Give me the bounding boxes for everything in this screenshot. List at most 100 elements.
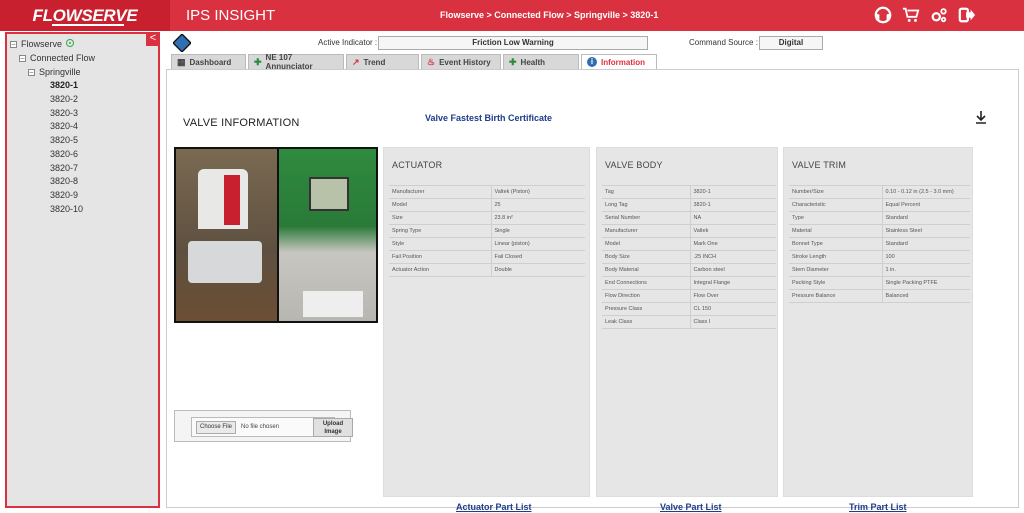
birth-certificate-link[interactable]: Valve Fastest Birth Certificate bbox=[425, 113, 552, 123]
active-indicator-label: Active Indicator : bbox=[318, 38, 378, 47]
status-ok-icon bbox=[66, 39, 75, 47]
spec-key: Spring Type bbox=[389, 224, 492, 238]
spec-row: Serial Number NA bbox=[602, 211, 776, 225]
tree-item-valve[interactable]: 3820-8 bbox=[50, 176, 78, 186]
tree-collapse-icon[interactable]: – bbox=[10, 41, 17, 48]
tree-item-valve[interactable]: 3820-10 bbox=[50, 204, 83, 214]
actuator-photo bbox=[176, 149, 278, 321]
valve-part-list-link[interactable]: Valve Part List bbox=[660, 502, 722, 512]
spec-row: Leak Class Class I bbox=[602, 315, 776, 329]
spec-row: Stem Diameter 1 in. bbox=[789, 263, 970, 277]
trend-icon: ↗ bbox=[352, 56, 360, 67]
spec-key: Serial Number bbox=[602, 211, 691, 225]
event-history-icon: ♨ bbox=[427, 56, 436, 67]
upload-label-line2: Image bbox=[324, 429, 342, 435]
tab-health[interactable]: ✚ Health bbox=[503, 54, 579, 69]
valve-trim-table: Number/Size 0.10 - 0.12 in (2.5 - 3.0 mm)… bbox=[789, 185, 970, 303]
actuator-table: Manufacturer Valtek (Piston) Model 25 Size 23… bbox=[389, 185, 585, 277]
diagnostic-diamond-icon bbox=[173, 34, 191, 52]
spec-value: 23.8 in² bbox=[491, 211, 585, 225]
tree-item-valve[interactable]: 3820-2 bbox=[50, 94, 78, 104]
tree-item-group[interactable]: – Connected Flow bbox=[19, 53, 95, 63]
flowserve-logo[interactable]: FLOWSERVE bbox=[0, 0, 170, 31]
upload-image-button[interactable]: Upload Image bbox=[313, 418, 353, 437]
app-title: IPS INSIGHT bbox=[186, 7, 276, 24]
spec-value: Class I bbox=[690, 315, 776, 329]
spec-key: Style bbox=[389, 237, 492, 251]
tree-item-valve[interactable]: 3820-4 bbox=[50, 121, 78, 131]
tree-item-site[interactable]: – Springville bbox=[28, 67, 81, 77]
top-icon-bar bbox=[874, 6, 976, 24]
tree-item-valve-selected[interactable]: 3820-1 bbox=[50, 80, 78, 90]
download-icon[interactable] bbox=[974, 110, 988, 124]
spec-row: Actuator Action Double bbox=[389, 263, 585, 277]
tab-ne107-annunciator[interactable]: ✚ NE 107 Annunciator bbox=[248, 53, 344, 71]
spec-value: 3820-1 bbox=[690, 185, 776, 199]
logout-icon[interactable] bbox=[958, 6, 976, 24]
actuator-part-list-link[interactable]: Actuator Part List bbox=[456, 502, 532, 512]
actuator-title: ACTUATOR bbox=[392, 160, 443, 170]
spec-value: NA bbox=[690, 211, 776, 225]
tree-item-root[interactable]: – Flowserve bbox=[10, 39, 75, 49]
tree-item-valve[interactable]: 3820-3 bbox=[50, 108, 78, 118]
spec-value: Integral Flange bbox=[690, 276, 776, 290]
settings-gears-icon[interactable] bbox=[930, 6, 948, 24]
spec-value: .25 INCH bbox=[690, 250, 776, 264]
tree-item-label: Connected Flow bbox=[30, 53, 96, 63]
spec-row: Model Mark One bbox=[602, 237, 776, 251]
tree-collapse-icon[interactable]: – bbox=[28, 69, 35, 76]
tab-event-history[interactable]: ♨ Event History bbox=[421, 54, 501, 69]
sidebar-tree: < – Flowserve – Connected Flow – Springvill… bbox=[5, 32, 160, 508]
support-headset-icon[interactable] bbox=[874, 6, 892, 24]
tab-dashboard[interactable]: ▦ Dashboard bbox=[171, 54, 246, 69]
spec-value: Valtek bbox=[690, 224, 776, 238]
photo-nameplate bbox=[303, 291, 363, 317]
spec-row: Body Size .25 INCH bbox=[602, 250, 776, 264]
tab-trend[interactable]: ↗ Trend bbox=[346, 54, 419, 69]
tree-item-valve[interactable]: 3820-6 bbox=[50, 149, 78, 159]
spec-value: Standard bbox=[882, 237, 970, 251]
information-content: VALVE INFORMATION Valve Fastest Birth Ce… bbox=[166, 69, 1019, 512]
spec-value: Balanced bbox=[882, 289, 970, 303]
top-bar: FLOWSERVE IPS INSIGHT Flowserve > Connec… bbox=[0, 0, 1024, 31]
logo-underline bbox=[52, 24, 124, 26]
cart-icon[interactable] bbox=[902, 6, 920, 24]
spec-key: Model bbox=[389, 198, 492, 212]
trim-part-list-link[interactable]: Trim Part List bbox=[849, 502, 907, 512]
tree-item-valve[interactable]: 3820-5 bbox=[50, 135, 78, 145]
tree-item-valve[interactable]: 3820-9 bbox=[50, 190, 78, 200]
breadcrumb: Flowserve > Connected Flow > Springville… bbox=[440, 10, 659, 20]
collapse-sidebar-button[interactable]: < bbox=[146, 32, 160, 46]
spec-row: Manufacturer Valtek (Piston) bbox=[389, 185, 585, 199]
image-upload-panel: Choose File No file chosen Upload Image bbox=[174, 410, 353, 442]
valve-body-panel: VALVE BODY Tag 3820-1 Long Tag 3820-1 Serial… bbox=[596, 147, 778, 497]
spec-key: Pressure Class bbox=[602, 302, 691, 316]
file-input[interactable]: Choose File No file chosen Upload Image bbox=[191, 417, 353, 437]
spec-row: Material Stainless Steel bbox=[789, 224, 970, 238]
spec-row: Stroke Length 100 bbox=[789, 250, 970, 264]
spec-key: Packing Style bbox=[789, 276, 883, 290]
spec-key: Pressure Balance bbox=[789, 289, 883, 303]
spec-key: Actuator Action bbox=[389, 263, 492, 277]
positioner-photo bbox=[279, 149, 376, 321]
tree-collapse-icon[interactable]: – bbox=[19, 55, 26, 62]
spec-row: Manufacturer Valtek bbox=[602, 224, 776, 238]
spec-key: Model bbox=[602, 237, 691, 251]
choose-file-button[interactable]: Choose File bbox=[196, 421, 236, 434]
valve-body-table: Tag 3820-1 Long Tag 3820-1 Serial Number NA Ma… bbox=[602, 185, 776, 329]
command-source-label: Command Source : bbox=[689, 38, 758, 47]
tab-bar: ▦ Dashboard ✚ NE 107 Annunciator ↗ Trend ♨ E… bbox=[171, 53, 659, 71]
spec-row: Packing Style Single Packing PTFE bbox=[789, 276, 970, 290]
spec-value: Standard bbox=[882, 211, 970, 225]
tree-item-label: Springville bbox=[39, 67, 81, 77]
spec-row: Pressure Balance Balanced bbox=[789, 289, 970, 303]
spec-value: Carbon steel bbox=[690, 263, 776, 277]
tab-information[interactable]: i Information bbox=[581, 54, 657, 69]
tree-item-valve[interactable]: 3820-7 bbox=[50, 163, 78, 173]
no-file-text: No file chosen bbox=[241, 424, 280, 430]
logo-text: FLOWSERVE bbox=[32, 5, 138, 25]
valve-trim-panel: VALVE TRIM Number/Size 0.10 - 0.12 in (2.… bbox=[783, 147, 973, 497]
spec-key: Fail Position bbox=[389, 250, 492, 264]
health-icon: ✚ bbox=[509, 56, 517, 67]
spec-row: Style Linear (piston) bbox=[389, 237, 585, 251]
